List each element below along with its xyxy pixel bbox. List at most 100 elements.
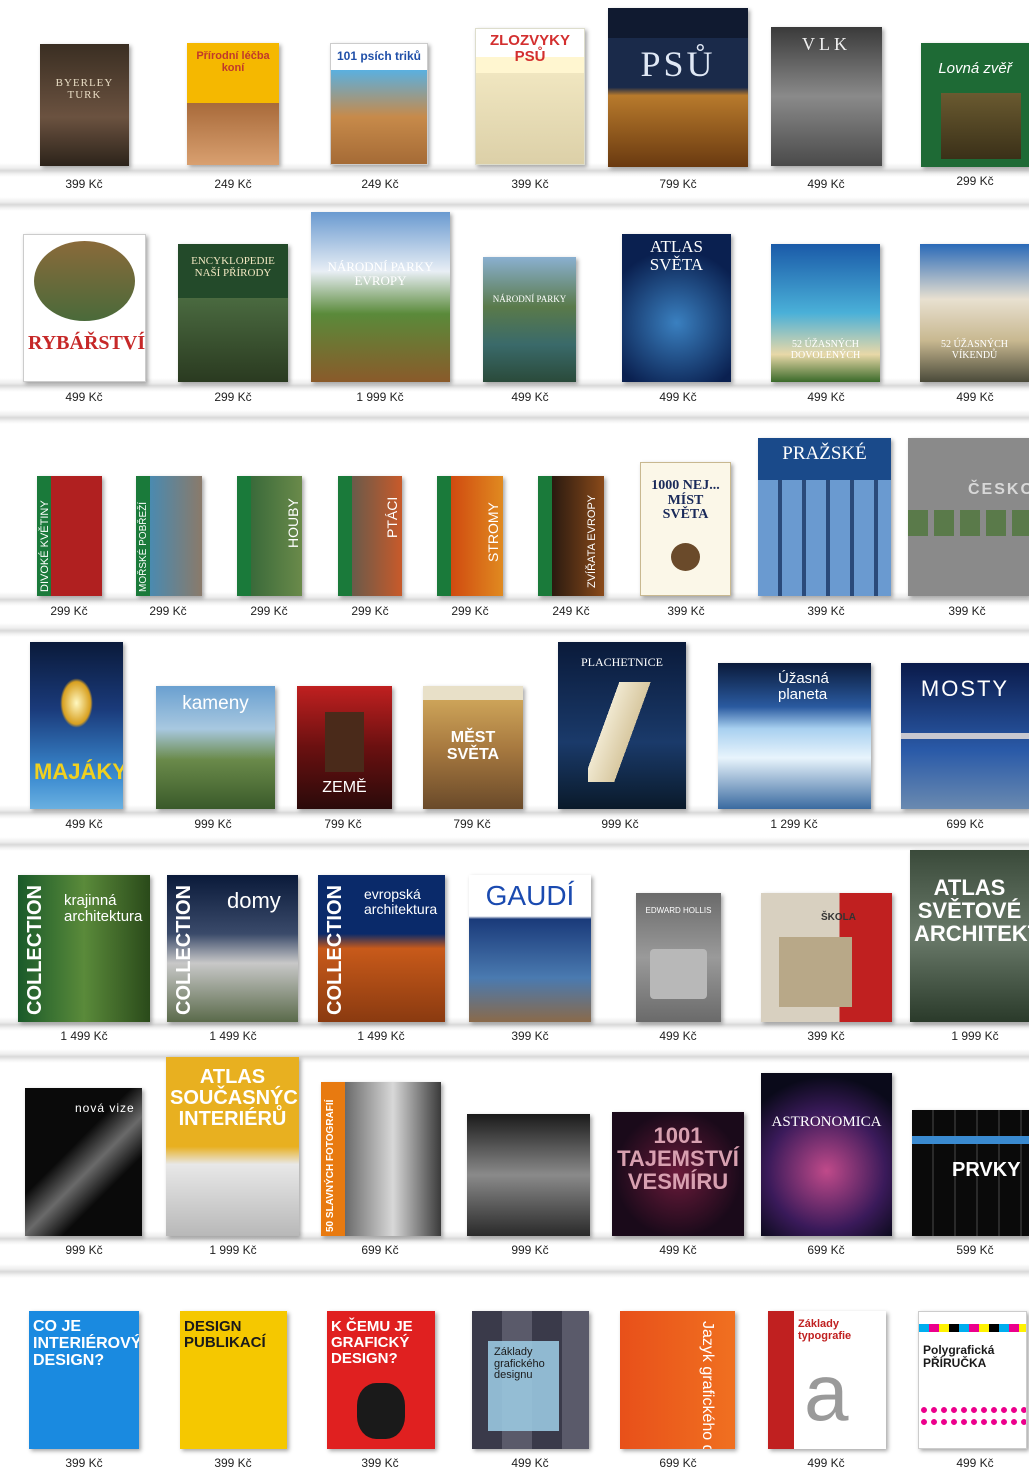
- book-title: ČESKO: [968, 481, 1029, 498]
- book-title: NÁRODNÍ PARKY EVROPY: [327, 259, 434, 288]
- book-price: 399 Kč: [361, 1456, 399, 1470]
- book-cover-domy[interactable]: COLLECTION domy: [167, 875, 298, 1022]
- book-cover-stromy[interactable]: STROMY: [437, 476, 503, 596]
- book-cover-design-publikaci[interactable]: DESIGN PUBLIKACÍ: [180, 1311, 287, 1449]
- book-title: ATLAS SOUČASNÝCH INTERIÉRŮ: [170, 1066, 299, 1130]
- book-cover-jazyk-grafickeho-designu[interactable]: Jazyk grafického designu: [620, 1311, 735, 1449]
- book-cover-slavne-plachetnice[interactable]: PLACHETNICE: [558, 642, 686, 809]
- book-title: Základy grafického designu: [494, 1346, 545, 1382]
- book-cover-1001-tajemstvi-vesmiru[interactable]: 1001 TAJEMSTVÍ VESMÍRU: [612, 1112, 744, 1236]
- book-cover-mest-sveta[interactable]: MĚST SVĚTA: [423, 686, 523, 809]
- book-cover-houby[interactable]: HOUBY: [237, 476, 302, 596]
- book-title: NÁRODNÍ PARKY: [492, 294, 567, 304]
- book-cover-nova-vize[interactable]: nová vize: [25, 1088, 142, 1236]
- book-price: 299 Kč: [214, 390, 252, 404]
- book-cover-byerley-turk[interactable]: BYERLEY TURK: [40, 44, 129, 166]
- book-cover-velka-encyklopedie-psu[interactable]: PSŮ: [608, 8, 748, 167]
- book-cover-vlk[interactable]: VLK: [771, 27, 882, 166]
- book-title: Přírodní léčba koní: [196, 50, 270, 74]
- book-price: 399 Kč: [807, 604, 845, 618]
- book-cover-ptaci[interactable]: PTÁCI: [338, 476, 402, 596]
- shelf: [0, 837, 1029, 851]
- book-price: 249 Kč: [361, 177, 399, 191]
- book-cover-antonin-kratochvil-persona[interactable]: [467, 1114, 590, 1236]
- book-price: 399 Kč: [948, 604, 986, 618]
- book-cover-skola[interactable]: ŠKOLA: [761, 893, 892, 1022]
- book-price: 1 999 Kč: [209, 1243, 257, 1257]
- book-title: DESIGN PUBLIKACÍ: [184, 1318, 266, 1351]
- book-cover-1000-nej-mist-sveta[interactable]: 1000 NEJ... MÍST SVĚTA: [640, 462, 731, 596]
- book-price: 1 999 Kč: [951, 1029, 999, 1043]
- book-title: CO JE INTERIÉROVÝ DESIGN?: [33, 1318, 139, 1369]
- book-price: 499 Kč: [511, 1456, 549, 1470]
- book-price: 499 Kč: [65, 817, 103, 831]
- book-price: 499 Kč: [659, 1243, 697, 1257]
- book-price: 699 Kč: [946, 817, 984, 831]
- book-price: 1 499 Kč: [209, 1029, 257, 1043]
- book-title: nová vize: [75, 1101, 135, 1115]
- book-price: 499 Kč: [807, 390, 845, 404]
- book-title: BYERLEY TURK: [55, 77, 114, 101]
- book-cover-rybarstvi[interactable]: BYERLEY TURK RYBÁŘSTVÍ: [23, 234, 146, 382]
- book-title: 50 SLAVNÝCH FOTOGRAFIÍ: [325, 1099, 336, 1232]
- book-cover-zvirata-evropy[interactable]: ZVÍŘATA EVROPY: [538, 476, 604, 596]
- book-price: 599 Kč: [956, 1243, 994, 1257]
- book-price: 299 Kč: [956, 174, 994, 188]
- book-cover-zlozvyky-psu[interactable]: ZLOZVYKY PSŮ: [475, 28, 585, 165]
- shelf: [0, 1049, 1029, 1063]
- book-price: 1 499 Kč: [60, 1029, 108, 1043]
- book-price: 999 Kč: [65, 1243, 103, 1257]
- book-cover-divoke-kvetiny[interactable]: DIVOKÉ KVĚTINY: [37, 476, 102, 596]
- book-price: 249 Kč: [214, 177, 252, 191]
- book-title: Základy typografie: [798, 1318, 852, 1342]
- book-cover-morske-pobrezi[interactable]: MOŘSKÉ POBŘEŽÍ: [136, 476, 202, 596]
- book-cover-astronomica[interactable]: ASTRONOMICA: [761, 1073, 892, 1236]
- book-cover-edward-hollis[interactable]: EDWARD HOLLIS: [636, 893, 721, 1022]
- book-cover-majaky[interactable]: MAJÁKY: [30, 642, 123, 809]
- book-title: 101 psích triků: [336, 49, 422, 63]
- book-cover-atlas-sveta[interactable]: ATLAS SVĚTA: [622, 234, 731, 382]
- book-cover-encyklopedie-nasi-prirody[interactable]: ENCYKLOPEDIE NAŠÍ PŘÍRODY: [178, 244, 288, 382]
- book-title: kameny: [182, 693, 249, 714]
- book-cover-narodni-parky-evropy[interactable]: NÁRODNÍ PARKY EVROPY: [311, 212, 450, 382]
- book-cover-prirodni-lecba-koni[interactable]: Přírodní léčba koní: [187, 43, 279, 165]
- book-title: Polygrafická PŘÍRUČKA: [923, 1343, 995, 1370]
- book-cover-mosty[interactable]: MOSTY: [901, 663, 1029, 809]
- book-cover-zeme[interactable]: ZEMĚ: [297, 686, 392, 809]
- book-title: HOUBY: [285, 498, 301, 548]
- book-cover-atlas-soucasnych-interieru[interactable]: ATLAS SOUČASNÝCH INTERIÉRŮ: [166, 1057, 299, 1236]
- book-cover-uzasna-planeta[interactable]: Úžasná planeta: [718, 663, 871, 809]
- book-cover-atlas-svetove-architektury[interactable]: ATLAS SVĚTOVÉ ARCHITEKTURY: [910, 850, 1029, 1022]
- book-cover-lovna-zver[interactable]: Lovná zvěř: [921, 43, 1029, 167]
- book-price: 699 Kč: [807, 1243, 845, 1257]
- book-title: EDWARD HOLLIS: [645, 906, 712, 915]
- book-title: ŠKOLA: [821, 912, 856, 923]
- book-cover-krajinna-architektura[interactable]: COLLECTION krajinná architektura: [18, 875, 150, 1022]
- book-price: 799 Kč: [453, 817, 491, 831]
- book-cover-zaklady-typografie[interactable]: Základy typografie a: [768, 1311, 886, 1449]
- book-cover-evropska-architektura[interactable]: COLLECTION evropská architektura: [318, 875, 445, 1022]
- book-cover-52-uzasnych-vikendu[interactable]: 52 ÚŽASNÝCH VÍKENDŮ: [920, 244, 1029, 382]
- book-cover-prazske-kostely[interactable]: PRAŽSKÉ: [758, 438, 891, 596]
- book-cover-polygraficka-prirucka[interactable]: Polygrafická PŘÍRUČKA: [918, 1311, 1027, 1449]
- book-cover-zaklady-grafickeho-designu[interactable]: Základy grafického designu: [472, 1311, 589, 1449]
- book-cover-gaudi[interactable]: GAUDÍ: [469, 875, 591, 1022]
- book-cover-prvky[interactable]: PRVKY: [912, 1110, 1029, 1236]
- book-price: 499 Kč: [511, 390, 549, 404]
- book-cover-narodni-parky[interactable]: NÁRODNÍ PARKY: [483, 257, 576, 382]
- book-cover-52-uzasnych-dovolenych[interactable]: 52 ÚŽASNÝCH DOVOLENÝCH: [771, 244, 880, 382]
- book-cover-cesko[interactable]: ČESKO: [908, 438, 1029, 596]
- book-cover-101-psich-triku[interactable]: 101 psích triků: [330, 43, 428, 165]
- book-title: 52 ÚŽASNÝCH DOVOLENÝCH: [790, 339, 861, 361]
- book-cover-k-cemu-je-graficky-design[interactable]: K ČEMU JE GRAFICKÝ DESIGN?: [327, 1311, 435, 1449]
- book-price: 499 Kč: [659, 1029, 697, 1043]
- book-price: 399 Kč: [214, 1456, 252, 1470]
- book-title: PSŮ: [640, 44, 716, 84]
- book-price: 499 Kč: [956, 390, 994, 404]
- book-cover-50-slavnych-fotografii[interactable]: 50 SLAVNÝCH FOTOGRAFIÍ: [321, 1082, 441, 1236]
- book-price: 1 299 Kč: [770, 817, 818, 831]
- book-cover-co-je-interierovy-design[interactable]: CO JE INTERIÉROVÝ DESIGN?: [29, 1311, 139, 1449]
- book-title: RYBÁŘSTVÍ: [28, 332, 146, 354]
- book-cover-megaliticke-kameny[interactable]: kameny: [156, 686, 275, 809]
- book-title: 1000 NEJ... MÍST SVĚTA: [651, 478, 720, 523]
